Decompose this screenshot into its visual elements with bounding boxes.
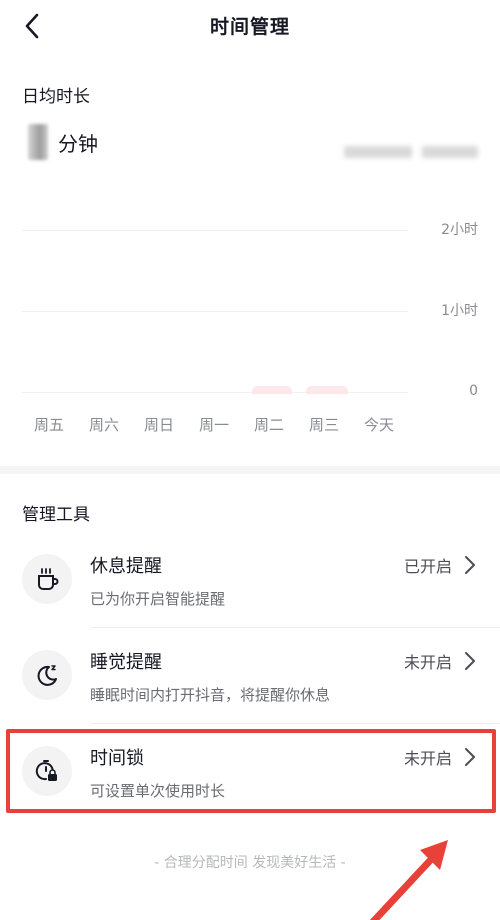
section-divider (0, 466, 500, 474)
tool-item-status: 未开启 (403, 653, 452, 672)
y-tick-label: 0 (469, 383, 478, 399)
chart-bar (306, 386, 348, 394)
cup-icon (38, 568, 59, 590)
daily-average-label: 日均时长 (22, 87, 90, 107)
row-separator (90, 627, 500, 628)
usage-chart: 2小时 1小时 0 周五 周六 周日 周一 周二 周三 今天 (0, 200, 500, 450)
nav-bar: 时间管理 (0, 0, 500, 52)
grid-line (22, 311, 408, 312)
grid-line (22, 392, 408, 393)
x-tick-label: 周一 (198, 416, 229, 434)
tool-item-status: 已开启 (403, 557, 452, 576)
x-tick-label: 周三 (308, 416, 339, 434)
page-title: 时间管理 (209, 16, 290, 38)
cup-icon-wrap (22, 554, 72, 604)
chevron-right-icon (465, 652, 475, 670)
chevron-right-icon (465, 748, 475, 766)
x-tick-label: 周日 (143, 416, 174, 434)
tool-item-status: 未开启 (403, 749, 452, 768)
tool-item-subtitle: 睡眠时间内打开抖音，将提醒你休息 (90, 686, 331, 704)
daily-average-value: 分钟 (22, 124, 98, 160)
moon-icon-wrap (22, 650, 72, 700)
y-tick-label: 2小时 (441, 222, 478, 238)
x-tick-label: 周二 (253, 416, 284, 434)
moon-icon (37, 665, 57, 686)
x-tick-label: 周六 (88, 416, 119, 434)
grid-line (22, 230, 408, 231)
blurred-value (28, 124, 48, 160)
tool-item-time-lock[interactable]: 时间锁 可设置单次使用时长 未开启 (0, 728, 500, 820)
tool-item-sleep-reminder[interactable]: 睡觉提醒 睡眠时间内打开抖音，将提醒你休息 未开启 (0, 632, 500, 724)
tool-item-subtitle: 可设置单次使用时长 (90, 782, 226, 800)
annotation-arrow (369, 840, 448, 920)
tool-item-title: 时间锁 (90, 748, 144, 769)
y-tick-label: 1小时 (441, 303, 478, 319)
tool-item-rest-reminder[interactable]: 休息提醒 已为你开启智能提醒 已开启 (0, 536, 500, 628)
x-tick-label: 周五 (33, 416, 64, 434)
chart-bar (252, 386, 292, 394)
timer-lock-icon (35, 760, 57, 781)
tool-item-subtitle: 已为你开启智能提醒 (90, 590, 226, 608)
blurred-text (344, 146, 412, 158)
x-tick-label: 今天 (363, 416, 394, 434)
chevron-right-icon (465, 556, 475, 574)
tool-item-title: 休息提醒 (90, 556, 162, 577)
blurred-text (422, 146, 478, 158)
timer-lock-icon-wrap (22, 746, 72, 796)
daily-average-unit: 分钟 (58, 131, 98, 156)
tools-section-title: 管理工具 (22, 505, 90, 525)
tool-item-title: 睡觉提醒 (90, 652, 162, 673)
row-separator (90, 723, 500, 724)
